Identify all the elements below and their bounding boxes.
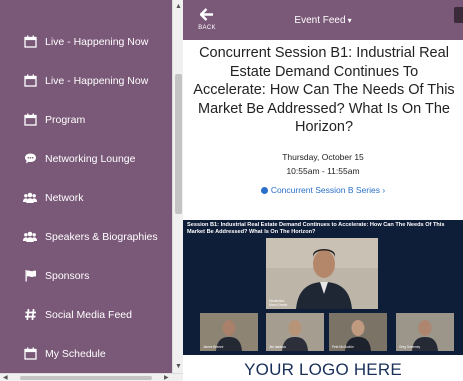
session-series-label: Concurrent Session B Series: [270, 185, 380, 195]
sidebar-item-label: Network: [45, 191, 84, 204]
sponsor-logo-area: YOUR LOGO HERE: [183, 355, 463, 381]
sidebar-item-label: Live - Happening Now: [45, 74, 149, 87]
session-series-link[interactable]: Concurrent Session B Series ›: [183, 185, 463, 195]
logo-placeholder: YOUR LOGO HERE: [244, 360, 402, 379]
top-bar: BACK Event Feed ▾: [183, 0, 463, 40]
sidebar-vertical-scrollbar[interactable]: ▲ ▼: [172, 0, 183, 373]
sidebar: Live - Happening Now Live - Happening No…: [0, 0, 172, 381]
people-icon: [23, 191, 37, 205]
speaker-caption: Jim Iadakos: [269, 345, 287, 349]
speaker-caption: Greg Sweeney: [399, 345, 421, 349]
chat-bubble-icon: [23, 152, 37, 166]
chevron-down-icon: ▾: [347, 16, 352, 25]
profile-icon[interactable]: [454, 7, 463, 23]
event-feed-dropdown[interactable]: Event Feed ▾: [183, 15, 463, 26]
session-details: Concurrent Session B1: Industrial Real E…: [183, 40, 463, 220]
people-icon: [23, 230, 37, 244]
sidebar-item-label: Speakers & Biographies: [45, 230, 158, 243]
sidebar-item-program[interactable]: Program: [0, 100, 172, 139]
main-speaker-caption: Moderator Marc Krantz: [269, 299, 288, 307]
sidebar-item-network[interactable]: Network: [0, 178, 172, 217]
speaker-caption: Pete McGuckin: [332, 345, 354, 349]
sidebar-item-label: Sponsors: [45, 269, 90, 282]
flag-icon: [23, 269, 37, 283]
sidebar-item-live-happening-now-1[interactable]: Live - Happening Now: [0, 22, 172, 61]
hashtag-icon: [23, 308, 37, 322]
speaker-video: James Breeze: [200, 313, 258, 351]
session-time: 10:55am - 11:55am: [286, 166, 360, 176]
session-date: Thursday, October 15: [282, 152, 364, 162]
speaker-caption: James Breeze: [203, 345, 224, 349]
sidebar-item-label: My Schedule: [45, 347, 106, 360]
sidebar-item-sponsors[interactable]: Sponsors: [0, 256, 172, 295]
event-feed-title: Event Feed: [294, 15, 346, 26]
session-title: Concurrent Session B1: Industrial Real E…: [193, 45, 455, 135]
speaker-video: Jim Iadakos: [266, 313, 324, 351]
sidebar-item-my-schedule[interactable]: My Schedule: [0, 334, 172, 373]
sidebar-item-live-happening-now-2[interactable]: Live - Happening Now: [0, 61, 172, 100]
sidebar-item-label: Social Media Feed: [45, 308, 132, 321]
sidebar-item-label: Networking Lounge: [45, 152, 136, 165]
sidebar-item-speakers-biographies[interactable]: Speakers & Biographies: [0, 217, 172, 256]
sidebar-horizontal-scrollbar[interactable]: ◀ ▶: [0, 373, 183, 381]
sidebar-item-social-media-feed[interactable]: Social Media Feed: [0, 295, 172, 334]
scroll-right-arrow-icon[interactable]: ▶: [164, 374, 169, 381]
calendar-icon: [23, 74, 37, 88]
sidebar-item-label: Live - Happening Now: [45, 35, 149, 48]
sidebar-item-networking-lounge[interactable]: Networking Lounge: [0, 139, 172, 178]
scrollbar-thumb[interactable]: [20, 376, 152, 380]
calendar-icon: [23, 113, 37, 127]
calendar-icon: [23, 35, 37, 49]
calendar-icon: [23, 347, 37, 361]
scroll-left-arrow-icon[interactable]: ◀: [3, 374, 8, 381]
video-title: Session B1: Industrial Real Estate Deman…: [187, 222, 445, 235]
main-speaker-video: Moderator Marc Krantz: [266, 238, 378, 309]
chevron-right-icon: ›: [382, 185, 386, 195]
speaker-video: Greg Sweeney: [396, 313, 454, 351]
session-video[interactable]: Session B1: Industrial Real Estate Deman…: [183, 220, 463, 355]
speaker-video: Pete McGuckin: [329, 313, 387, 351]
sidebar-item-label: Program: [45, 113, 86, 126]
series-dot-icon: [260, 186, 268, 194]
scrollbar-thumb[interactable]: [175, 74, 182, 214]
